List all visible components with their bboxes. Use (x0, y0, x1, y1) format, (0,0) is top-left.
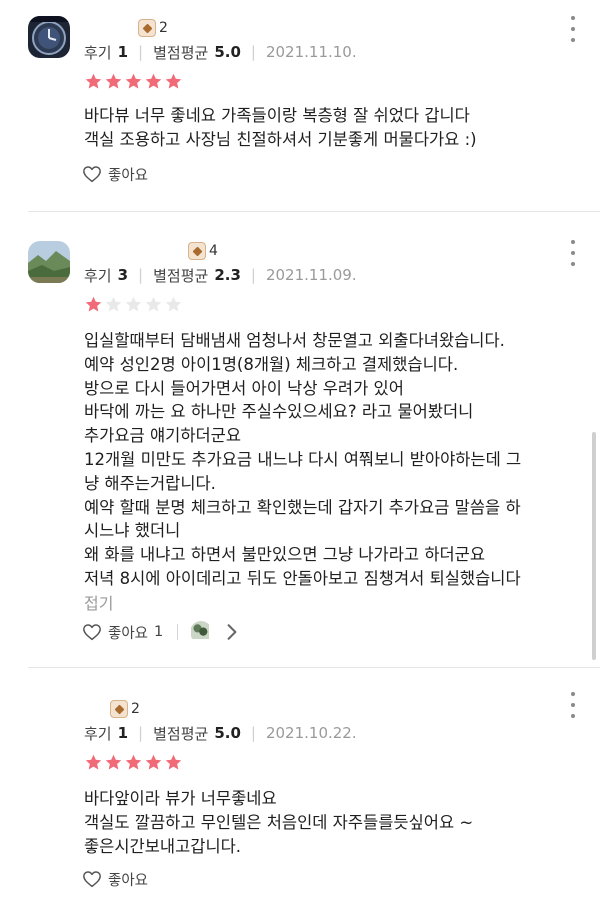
review-text: 입실할때부터 담배냄새 엄청나서 창문열고 외출다녀왔습니다. 예약 성인2명 … (84, 331, 522, 588)
star-icon (145, 296, 162, 312)
review-meta: 후기 3 | 별점평균 2.3 | 2021.11.09. (84, 266, 357, 285)
star-icon (125, 296, 142, 312)
like-count: 1 (154, 624, 164, 640)
liker-avatar[interactable] (190, 621, 212, 643)
more-vertical-icon[interactable] (566, 240, 580, 266)
scrollbar[interactable] (592, 432, 596, 660)
review-text: 바다뷰 너무 좋네요 가족들이랑 복층형 잘 쉬었다 갑니다 객실 조용하고 사… (84, 106, 477, 149)
star-icon (85, 296, 102, 312)
heart-outline-icon (83, 871, 101, 888)
fold-link[interactable]: 접기 (84, 590, 113, 614)
star-rating (84, 295, 184, 315)
more-vertical-icon[interactable] (566, 16, 580, 42)
badge-hex-icon (110, 700, 128, 718)
heart-outline-icon (83, 166, 101, 183)
badge-hex-icon (138, 19, 156, 37)
star-icon (85, 73, 102, 89)
like-button[interactable]: 좋아요 (82, 868, 148, 890)
review-meta: 후기 1 | 별점평균 5.0 | 2021.11.10. (84, 43, 357, 62)
star-icon (145, 73, 162, 89)
heart-outline-icon (83, 624, 101, 641)
star-icon (125, 73, 142, 89)
reviewer-badge: 4 (188, 240, 218, 262)
chevron-right-icon[interactable] (222, 623, 242, 641)
reviewer-avatar[interactable] (28, 16, 70, 58)
more-vertical-icon[interactable] (566, 692, 580, 718)
review-divider (28, 667, 600, 668)
vertical-divider (177, 624, 179, 640)
reviewer-badge: 2 (110, 698, 140, 720)
reviewer-avatar[interactable] (28, 241, 70, 283)
star-icon (165, 754, 182, 770)
star-icon (105, 754, 122, 770)
star-icon (145, 754, 162, 770)
star-rating (84, 753, 184, 773)
star-icon (105, 296, 122, 312)
star-rating (84, 72, 184, 92)
star-icon (85, 754, 102, 770)
review-meta: 후기 1 | 별점평균 5.0 | 2021.10.22. (84, 724, 357, 743)
star-icon (165, 296, 182, 312)
badge-hex-icon (188, 242, 206, 260)
review-text: 바다앞이라 뷰가 너무좋네요 객실도 깔끔하고 무인텔은 처음인데 자주들를듯싶… (84, 789, 474, 856)
review-divider (28, 211, 600, 212)
reviewer-badge: 2 (138, 17, 168, 39)
star-icon (165, 73, 182, 89)
like-button[interactable]: 좋아요 (82, 163, 148, 185)
like-button[interactable]: 좋아요 1 (82, 621, 248, 643)
star-icon (125, 754, 142, 770)
star-icon (105, 73, 122, 89)
